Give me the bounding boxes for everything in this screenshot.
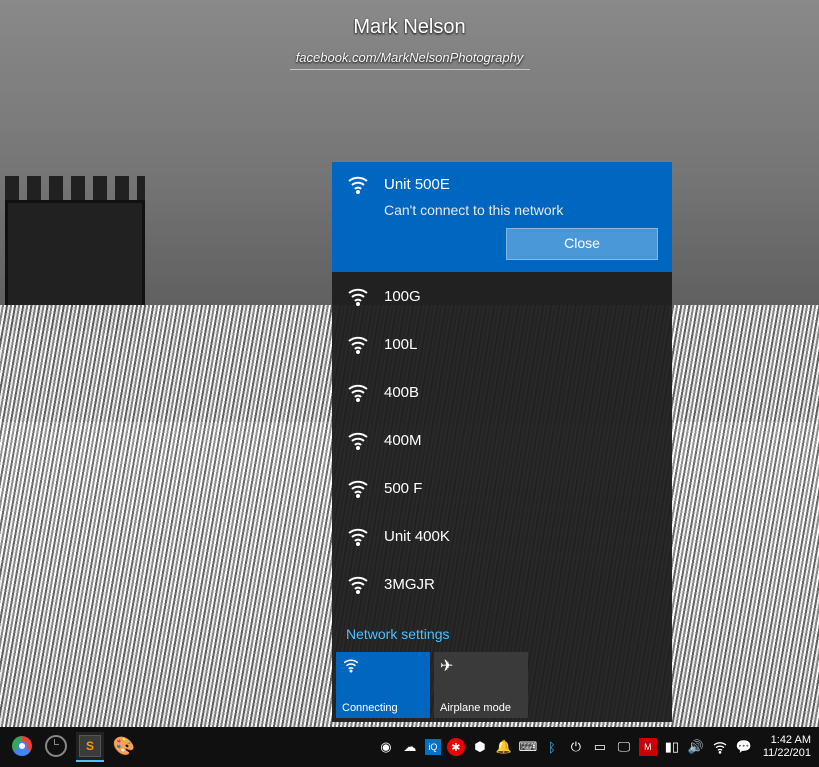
tray-security-icon[interactable]: ✱ bbox=[447, 738, 465, 756]
network-item[interactable]: 100G bbox=[332, 272, 672, 320]
network-item[interactable]: 3MGJR bbox=[332, 560, 672, 608]
tray-power-icon[interactable]: ⏻ bbox=[567, 738, 585, 756]
clock-time: 1:42 AM bbox=[763, 734, 811, 747]
network-name: Unit 400K bbox=[384, 528, 450, 545]
tray-notification-icon[interactable]: 🔔 bbox=[495, 738, 513, 756]
network-name: 100G bbox=[384, 288, 421, 305]
airplane-tile-label: Airplane mode bbox=[440, 702, 522, 714]
clock-icon bbox=[45, 735, 67, 757]
taskbar: S 🎨 ◉ ☁ iQ ✱ ⬢ 🔔 ⌨ ᛒ ⏻ ▭ 🖵 M ▮▯ 🔊 💬 1:42… bbox=[0, 727, 819, 767]
wifi-icon bbox=[346, 572, 370, 596]
taskbar-app-paint[interactable]: 🎨 bbox=[110, 732, 138, 762]
wallpaper-credit: facebook.com/MarkNelsonPhotography bbox=[0, 50, 819, 70]
network-name: 3MGJR bbox=[384, 576, 435, 593]
selected-network-name: Unit 500E bbox=[384, 176, 450, 193]
airplane-mode-tile[interactable]: ✈ Airplane mode bbox=[434, 652, 528, 718]
wifi-icon bbox=[346, 428, 370, 452]
connection-error-message: Can't connect to this network bbox=[384, 202, 658, 218]
taskbar-clock[interactable]: 1:42 AM 11/22/201 bbox=[759, 734, 815, 760]
network-item[interactable]: 400B bbox=[332, 368, 672, 416]
taskbar-app-clock[interactable] bbox=[42, 732, 70, 762]
wifi-tile-label: Connecting bbox=[342, 702, 424, 714]
tray-dropbox-icon[interactable]: ⬢ bbox=[471, 738, 489, 756]
airplane-icon: ✈ bbox=[440, 656, 522, 676]
chrome-icon bbox=[12, 736, 32, 756]
paint-icon: 🎨 bbox=[113, 736, 135, 757]
tray-action-center-icon[interactable]: 💬 bbox=[735, 738, 753, 756]
tray-intel-icon[interactable]: iQ bbox=[425, 739, 441, 755]
close-button[interactable]: Close bbox=[506, 228, 658, 260]
network-name: 400M bbox=[384, 432, 422, 449]
wifi-icon bbox=[346, 332, 370, 356]
network-item[interactable]: 100L bbox=[332, 320, 672, 368]
wifi-icon bbox=[346, 380, 370, 404]
tray-battery-icon[interactable]: ▮▯ bbox=[663, 738, 681, 756]
tray-logitech-icon[interactable]: ◉ bbox=[377, 738, 395, 756]
wifi-icon bbox=[346, 284, 370, 308]
network-flyout: Unit 500E Can't connect to this network … bbox=[332, 162, 672, 722]
selected-network-panel[interactable]: Unit 500E Can't connect to this network … bbox=[332, 162, 672, 272]
wifi-icon bbox=[346, 524, 370, 548]
tray-input-icon[interactable]: ⌨ bbox=[519, 738, 537, 756]
wifi-icon bbox=[342, 656, 424, 679]
network-name: 400B bbox=[384, 384, 419, 401]
wifi-tile[interactable]: Connecting bbox=[336, 652, 430, 718]
quick-action-tiles: Connecting ✈ Airplane mode bbox=[332, 652, 672, 722]
tray-wifi-icon[interactable] bbox=[711, 738, 729, 756]
network-settings-link[interactable]: Network settings bbox=[332, 618, 672, 652]
clock-date: 11/22/201 bbox=[763, 747, 811, 760]
network-item[interactable]: 400M bbox=[332, 416, 672, 464]
tray-bluetooth-icon[interactable]: ᛒ bbox=[543, 738, 561, 756]
network-item[interactable]: Unit 400K bbox=[332, 512, 672, 560]
network-item[interactable]: 500 F bbox=[332, 464, 672, 512]
sublime-icon: S bbox=[79, 735, 101, 757]
wifi-icon bbox=[346, 476, 370, 500]
tray-onedrive-icon[interactable]: ☁ bbox=[401, 738, 419, 756]
taskbar-app-chrome[interactable] bbox=[8, 732, 36, 762]
available-networks-list: 100G 100L 400B 400M 500 F Unit 400K 3MGJ… bbox=[332, 272, 672, 618]
tray-mcafee-icon[interactable]: M bbox=[639, 738, 657, 756]
taskbar-app-sublime[interactable]: S bbox=[76, 732, 104, 762]
tray-touchpad-icon[interactable]: ▭ bbox=[591, 738, 609, 756]
taskbar-pinned-apps: S 🎨 bbox=[0, 732, 138, 762]
wallpaper-artist: Mark Nelson bbox=[0, 16, 819, 39]
network-name: 500 F bbox=[384, 480, 422, 497]
tray-display-icon[interactable]: 🖵 bbox=[615, 738, 633, 756]
network-name: 100L bbox=[384, 336, 417, 353]
tray-volume-icon[interactable]: 🔊 bbox=[687, 738, 705, 756]
wifi-icon bbox=[346, 172, 370, 196]
system-tray: ◉ ☁ iQ ✱ ⬢ 🔔 ⌨ ᛒ ⏻ ▭ 🖵 M ▮▯ 🔊 💬 1:42 AM … bbox=[377, 734, 819, 760]
